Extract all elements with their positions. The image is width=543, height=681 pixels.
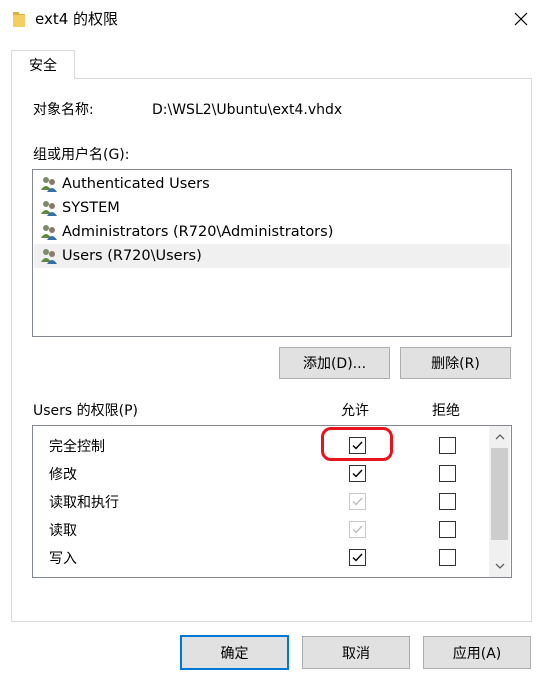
cancel-button[interactable]: 取消 xyxy=(302,636,410,669)
deny-full-control-checkbox[interactable] xyxy=(439,437,456,454)
deny-write-checkbox[interactable] xyxy=(439,549,456,566)
permission-row-modify: 修改 xyxy=(33,459,491,487)
user-name: SYSTEM xyxy=(62,200,120,216)
deny-modify-checkbox[interactable] xyxy=(439,465,456,482)
user-name: Authenticated Users xyxy=(62,176,210,192)
annotation-highlight xyxy=(321,427,393,461)
scroll-up-button[interactable] xyxy=(491,428,508,446)
users-group-icon xyxy=(41,225,57,240)
permission-row-write: 写入 xyxy=(33,543,491,571)
scroll-down-button[interactable] xyxy=(491,557,508,575)
users-group-icon xyxy=(41,249,57,264)
checkmark-icon xyxy=(352,469,363,478)
allow-modify-checkbox[interactable] xyxy=(349,465,366,482)
permission-row-partial xyxy=(33,571,491,578)
window-title: ext4 的权限 xyxy=(35,10,119,28)
chevron-up-icon xyxy=(495,434,504,440)
deny-read-execute-checkbox[interactable] xyxy=(439,493,456,510)
users-group-icon xyxy=(41,177,57,192)
permission-list[interactable]: 完全控制 修改 读取和执行 读取 写入 xyxy=(32,425,512,578)
permission-row-read: 读取 xyxy=(33,515,491,543)
allow-header: 允许 xyxy=(341,403,369,419)
users-group-icon xyxy=(41,201,57,216)
allow-write-checkbox[interactable] xyxy=(349,549,366,566)
user-item-users[interactable]: Users (R720\Users) xyxy=(34,244,510,268)
object-name-value: D:\WSL2\Ubuntu\ext4.vhdx xyxy=(152,102,343,118)
deny-read-checkbox[interactable] xyxy=(439,521,456,538)
user-item-authenticated-users[interactable]: Authenticated Users xyxy=(34,172,510,196)
deny-header: 拒绝 xyxy=(432,403,460,419)
allow-partial-checkbox[interactable] xyxy=(349,577,366,578)
remove-button[interactable]: 删除(R) xyxy=(400,347,511,379)
permission-name: 完全控制 xyxy=(49,439,105,455)
user-name: Users (R720\Users) xyxy=(62,248,202,264)
permission-row-read-execute: 读取和执行 xyxy=(33,487,491,515)
permission-name: 修改 xyxy=(49,467,77,483)
checkmark-icon xyxy=(352,525,363,534)
tab-security[interactable]: 安全 xyxy=(11,50,75,79)
permissions-label: Users 的权限(P) xyxy=(33,403,139,419)
permission-name: 写入 xyxy=(49,551,77,567)
close-icon xyxy=(514,12,528,26)
checkmark-icon xyxy=(352,553,363,562)
permission-name: 读取 xyxy=(49,523,77,539)
apply-button[interactable]: 应用(A) xyxy=(423,636,531,669)
tab-label: 安全 xyxy=(29,58,57,74)
chevron-down-icon xyxy=(495,563,504,569)
permission-row-full-control: 完全控制 xyxy=(33,431,491,459)
close-button[interactable] xyxy=(506,6,536,32)
user-item-system[interactable]: SYSTEM xyxy=(34,196,510,220)
folder-icon xyxy=(12,10,26,28)
object-name-label: 对象名称: xyxy=(33,102,94,118)
allow-read-execute-checkbox[interactable] xyxy=(349,493,366,510)
scroll-thumb[interactable] xyxy=(491,448,508,540)
checkmark-icon xyxy=(352,497,363,506)
deny-partial-checkbox[interactable] xyxy=(439,577,456,578)
allow-read-checkbox[interactable] xyxy=(349,521,366,538)
add-button[interactable]: 添加(D)... xyxy=(279,347,390,379)
user-list[interactable]: Authenticated Users SYSTEM Administrator… xyxy=(32,169,512,337)
permission-name: 读取和执行 xyxy=(49,495,119,511)
ok-button[interactable]: 确定 xyxy=(180,635,289,670)
groups-label: 组或用户名(G): xyxy=(33,147,130,163)
user-item-administrators[interactable]: Administrators (R720\Administrators) xyxy=(34,220,510,244)
user-name: Administrators (R720\Administrators) xyxy=(62,224,334,240)
